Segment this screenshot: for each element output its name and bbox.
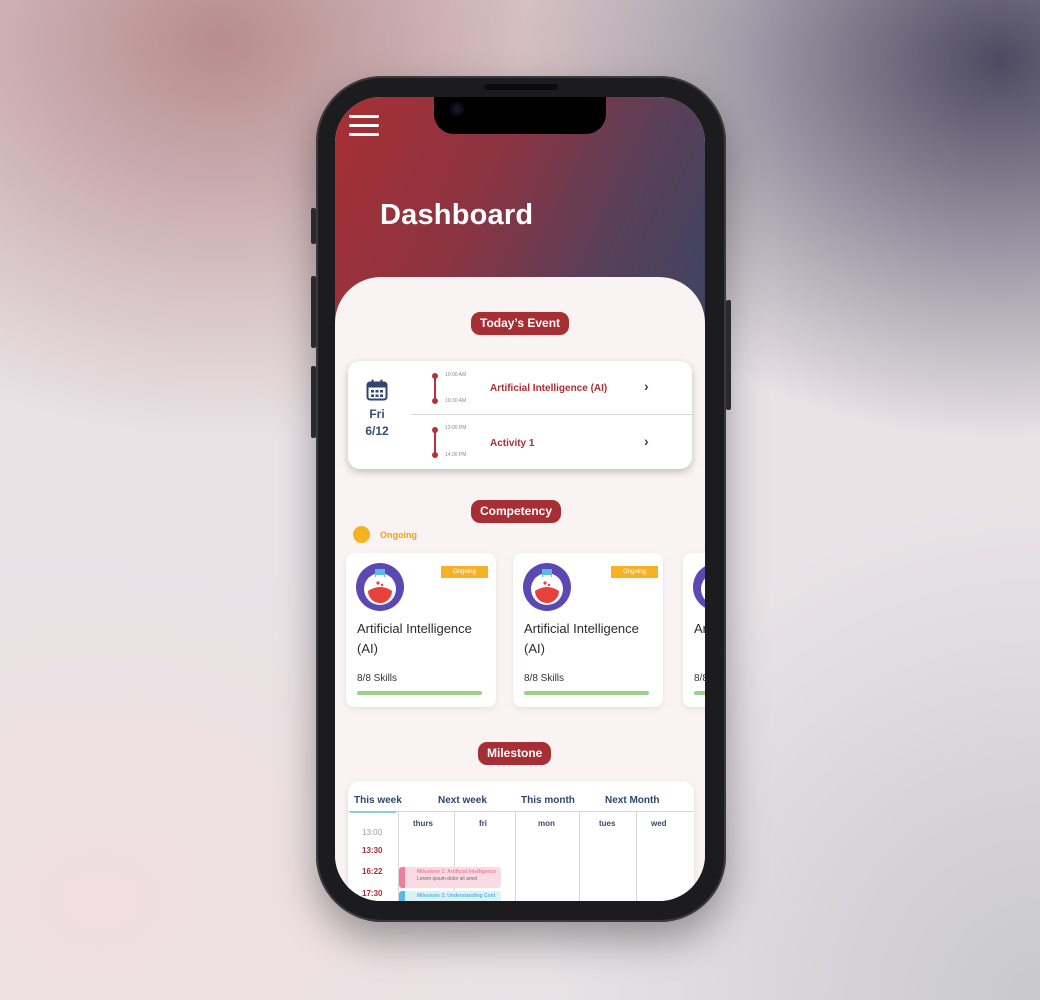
- column-divider: [515, 812, 516, 901]
- tab-divider: [348, 811, 694, 812]
- time-label: 16:22: [362, 867, 383, 876]
- status-badge: Ongoing: [441, 566, 488, 578]
- time-label: 13:00: [362, 828, 383, 837]
- progress-bar: [694, 691, 705, 695]
- milestone-event[interactable]: Milestone 2: Understanding Cont: [399, 891, 501, 901]
- event-end-time: 10:30 AM: [445, 398, 467, 404]
- event-end-time: 14:30 PM: [445, 452, 467, 458]
- skills-count: 8/8 Skills: [524, 673, 565, 684]
- event-divider: [412, 414, 692, 415]
- event-day: Fri: [369, 407, 385, 421]
- competency-title: Ar (A: [694, 621, 705, 636]
- column-divider: [398, 812, 399, 901]
- todays-event-heading: Today’s Event: [471, 312, 570, 335]
- milestone-event-desc: Lorem ipsum dolor sit amet: [417, 876, 478, 882]
- event-row[interactable]: 13:00 PM 14:30 PM Activity 1 ›: [412, 416, 692, 470]
- mute-switch: [311, 208, 316, 244]
- volume-up-button: [311, 276, 316, 348]
- event-start-time: 13:00 PM: [445, 425, 467, 431]
- tab-next-month[interactable]: Next Month: [605, 795, 659, 806]
- event-row[interactable]: 10:00 AM 10:30 AM Artificial Intelligenc…: [412, 361, 692, 415]
- column-header: tues: [599, 819, 616, 828]
- event-title: Artificial Intelligence (AI): [490, 383, 608, 394]
- competency-card[interactable]: Ongoing Artificial Intelligence (AI) 8/8…: [513, 553, 663, 707]
- milestone-event-title: Milestone 1: Artificial Intelligence: [417, 869, 496, 875]
- ongoing-legend-label: Ongoing: [380, 530, 417, 540]
- event-title: Activity 1: [490, 438, 535, 449]
- milestone-event[interactable]: Milestone 1: Artificial Intelligence Lor…: [399, 867, 501, 888]
- front-camera: [450, 102, 464, 116]
- skills-count: 8/8: [694, 673, 705, 684]
- column-header: fri: [479, 819, 487, 828]
- timeline-end-dot: [432, 452, 438, 458]
- progress-fill: [524, 691, 649, 695]
- competency-title: Artificial Intelligence (AI): [524, 621, 639, 656]
- potion-flask-icon: [356, 563, 404, 611]
- event-start-time: 10:00 AM: [445, 372, 467, 378]
- progress-bar: [357, 691, 482, 695]
- ongoing-legend-dot: [353, 526, 370, 543]
- column-divider: [636, 812, 637, 901]
- power-button: [726, 300, 731, 410]
- tab-this-month[interactable]: This month: [521, 795, 575, 806]
- calendar-icon: [366, 379, 388, 401]
- volume-down-button: [311, 366, 316, 438]
- column-header: thurs: [413, 819, 433, 828]
- potion-flask-icon: [523, 563, 571, 611]
- tab-next-week[interactable]: Next week: [438, 795, 487, 806]
- time-label: 13:30: [362, 846, 383, 855]
- hamburger-menu-icon[interactable]: [349, 115, 379, 137]
- timeline-end-dot: [432, 398, 438, 404]
- column-header: mon: [538, 819, 555, 828]
- skills-count: 8/8 Skills: [357, 673, 398, 684]
- column-divider: [579, 812, 580, 901]
- status-badge: Ongoing: [611, 566, 658, 578]
- milestone-event-title: Milestone 2: Understanding Cont: [417, 893, 496, 899]
- chevron-right-icon[interactable]: ›: [644, 433, 649, 449]
- progress-fill: [357, 691, 482, 695]
- tab-this-week[interactable]: This week: [354, 795, 402, 806]
- phone-speaker: [484, 84, 558, 90]
- potion-flask-icon: [693, 566, 705, 608]
- competency-heading: Competency: [471, 500, 562, 523]
- active-tab-indicator: [350, 811, 396, 813]
- competency-card-partial[interactable]: Ar (A 8/8: [683, 553, 705, 707]
- column-header: wed: [651, 819, 667, 828]
- milestone-calendar: This week Next week This month Next Mont…: [348, 781, 694, 901]
- chevron-right-icon[interactable]: ›: [644, 378, 649, 394]
- event-date: 6/12: [365, 424, 389, 438]
- competency-card[interactable]: Ongoing Artificial Intelligence (AI) 8/8…: [346, 553, 496, 707]
- page-title: Dashboard: [380, 199, 534, 231]
- competency-title: Artificial Intelligence (AI): [357, 621, 472, 656]
- progress-fill: [694, 691, 705, 695]
- todays-event-card: Fri 6/12 10:00 AM 10:30 AM Artificial In…: [348, 361, 692, 469]
- progress-bar: [524, 691, 649, 695]
- time-label: 17:30: [362, 889, 383, 898]
- app-screen: Dashboard Today’s Event Fri 6/12 10:00 A…: [335, 97, 705, 901]
- milestone-heading: Milestone: [478, 742, 552, 765]
